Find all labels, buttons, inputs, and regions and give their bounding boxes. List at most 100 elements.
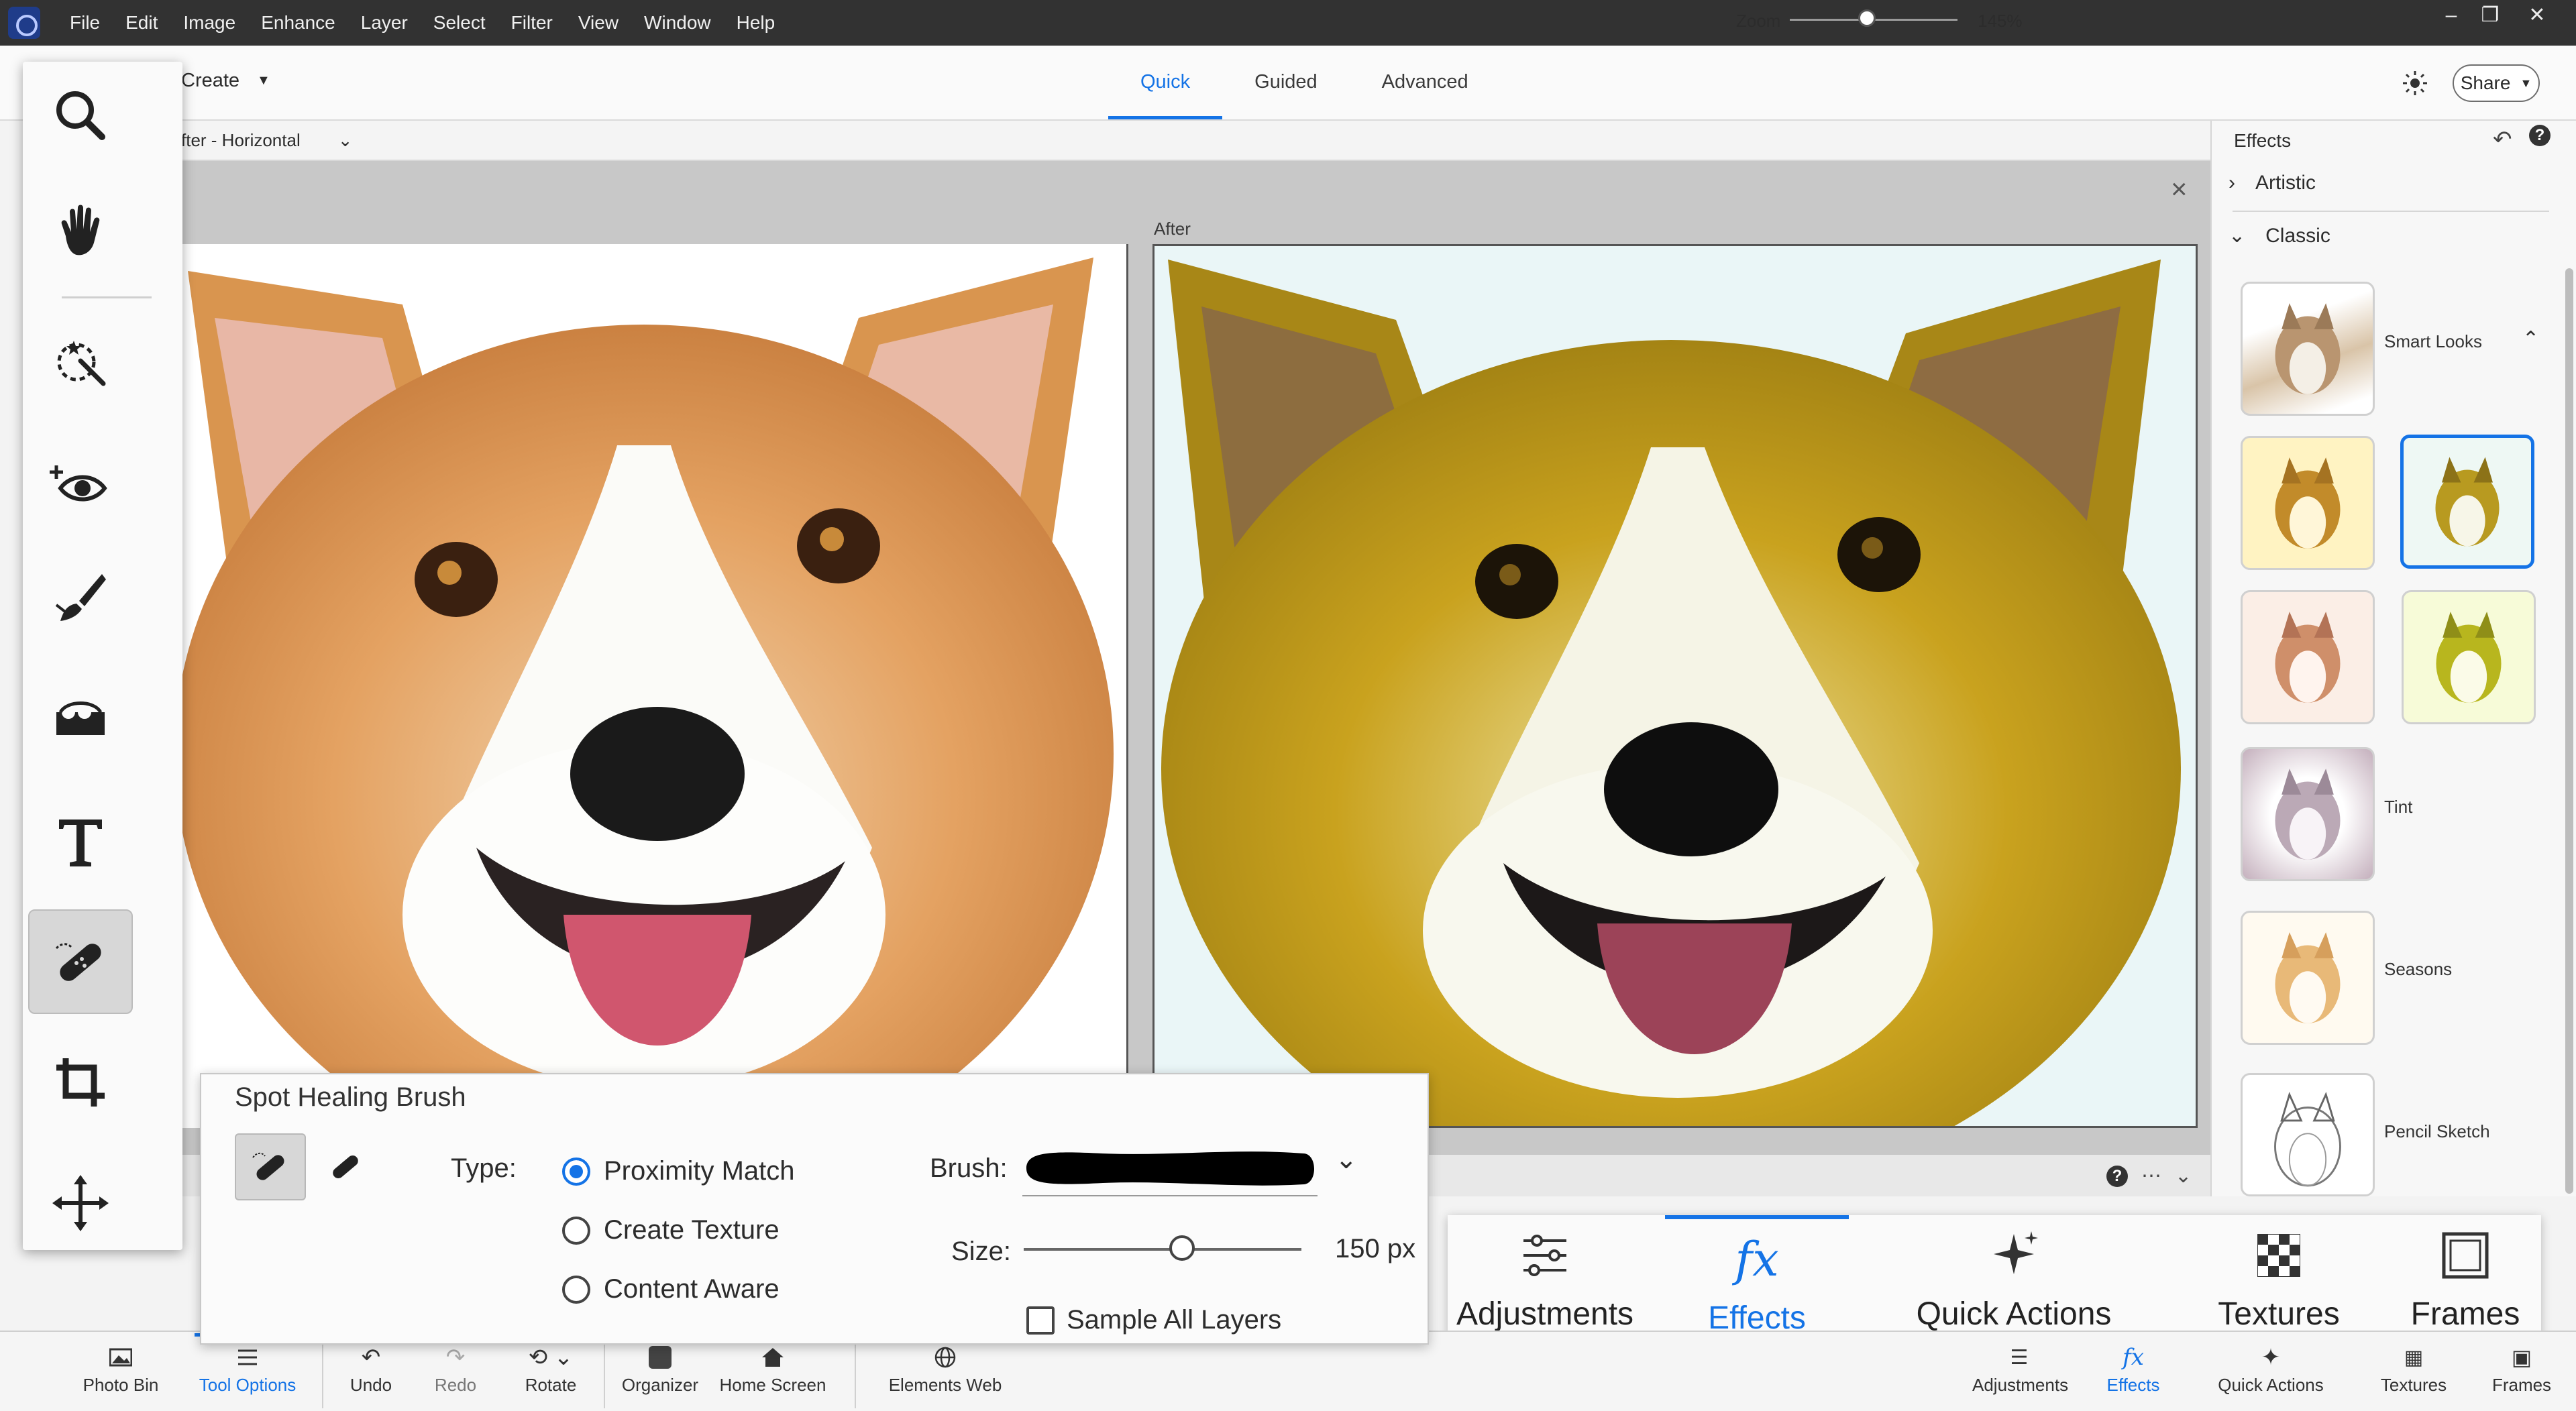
elements-web-button[interactable]: Elements Web: [883, 1340, 1008, 1396]
restore-button[interactable]: ❐: [2473, 4, 2508, 27]
canvas-help-controls: ? ⋯ ⌄: [2106, 1164, 2192, 1188]
effect-thumb-tint[interactable]: [2241, 747, 2375, 881]
photo-bin-button[interactable]: Photo Bin: [80, 1340, 161, 1396]
effect-thumb-smart-looks[interactable]: [2241, 282, 2375, 416]
bandage-icon: [55, 943, 101, 981]
effect-thumb-smart-looks-2-selected[interactable]: [2400, 435, 2534, 569]
close-icon[interactable]: ×: [2171, 173, 2188, 205]
type-icon: [59, 820, 102, 866]
menu-layer[interactable]: Layer: [361, 12, 408, 34]
panel-tab-frames[interactable]: Frames: [2395, 1215, 2536, 1349]
taskbar-divider: [322, 1344, 323, 1408]
menu-help[interactable]: Help: [737, 12, 775, 34]
panel-tab-effects[interactable]: fx Effects: [1665, 1215, 1849, 1349]
frame-icon: ▣: [2511, 1345, 2532, 1369]
red-eye-tool[interactable]: [28, 432, 133, 537]
hand-tool[interactable]: [28, 178, 133, 283]
type-option-proximity-match[interactable]: Proximity Match: [562, 1156, 795, 1186]
category-artistic[interactable]: › Artistic: [2229, 172, 2316, 194]
minimize-button[interactable]: –: [2434, 4, 2469, 27]
panel-tab-label: Adjustments: [1456, 1296, 1634, 1332]
after-photo: [1152, 244, 2198, 1128]
brush-preset-picker[interactable]: [1022, 1141, 1318, 1196]
menu-select[interactable]: Select: [433, 12, 486, 34]
chevron-down-icon[interactable]: ⌄: [2175, 1164, 2192, 1188]
zoom-value: 145%: [1978, 11, 2023, 31]
organizer-button[interactable]: Organizer: [614, 1340, 706, 1396]
rotate-icon: ⟲ ⌄: [528, 1345, 574, 1370]
home-screen-button[interactable]: Home Screen: [718, 1340, 828, 1396]
rotate-button[interactable]: ⟲ ⌄ Rotate: [514, 1340, 588, 1396]
chevron-down-icon[interactable]: ⌄: [1335, 1144, 1358, 1175]
tab-guided[interactable]: Guided: [1222, 46, 1350, 119]
zoom-tool[interactable]: [28, 63, 133, 168]
sponge-tool[interactable]: [28, 667, 133, 771]
panel-tab-textures[interactable]: Textures: [2188, 1215, 2369, 1349]
more-icon[interactable]: ⋯: [2141, 1164, 2161, 1188]
hand-icon: [61, 205, 100, 256]
help-icon[interactable]: ?: [2529, 125, 2551, 146]
radio-button[interactable]: [562, 1157, 590, 1186]
crop-tool[interactable]: [28, 1030, 133, 1135]
taskbar-quick-actions-button[interactable]: ✦ Quick Actions: [2212, 1340, 2329, 1396]
zoom-slider-thumb[interactable]: [1858, 9, 1876, 27]
taskbar-textures-button[interactable]: ▦ Textures: [2375, 1340, 2453, 1396]
quick-selection-tool[interactable]: [28, 310, 133, 414]
menu-window[interactable]: Window: [644, 12, 711, 34]
close-window-button[interactable]: ✕: [2520, 4, 2555, 27]
undo-button[interactable]: ↶ Undo: [341, 1340, 401, 1396]
brush-icon: [55, 574, 106, 621]
fx-icon: fx: [1735, 1232, 1779, 1287]
menu-image[interactable]: Image: [183, 12, 235, 34]
taskbar-effects-button[interactable]: fx Effects: [2100, 1340, 2167, 1396]
menu-edit[interactable]: Edit: [125, 12, 158, 34]
radio-button[interactable]: [562, 1275, 590, 1304]
spot-healing-brush-option[interactable]: [235, 1133, 306, 1200]
view-select[interactable]: fter - Horizontal ⌄: [181, 130, 353, 151]
panel-tab-quick-actions[interactable]: Quick Actions: [1913, 1215, 2114, 1349]
effect-thumb-seasons[interactable]: [2241, 911, 2375, 1045]
redo-button[interactable]: ↷ Redo: [425, 1340, 486, 1396]
help-icon[interactable]: ?: [2106, 1165, 2128, 1187]
tool-options-icon: [238, 1349, 257, 1365]
category-classic[interactable]: ⌄ Classic: [2229, 224, 2330, 247]
chevron-up-icon[interactable]: ⌃: [2522, 327, 2539, 351]
panel-tab-adjustments[interactable]: Adjustments: [1454, 1215, 1635, 1349]
menu-enhance[interactable]: Enhance: [261, 12, 335, 34]
taskbar-adjustments-button[interactable]: ☰ Adjustments: [1972, 1340, 2069, 1396]
effect-thumb-pencil-sketch[interactable]: [2241, 1073, 2375, 1196]
type-option-content-aware[interactable]: Content Aware: [562, 1274, 780, 1304]
tab-advanced[interactable]: Advanced: [1350, 46, 1501, 119]
healing-brush-option[interactable]: [322, 1133, 369, 1200]
effect-thumb-smart-looks-1[interactable]: [2241, 436, 2375, 570]
task-label: Rotate: [525, 1375, 577, 1395]
reset-icon[interactable]: ↶: [2493, 126, 2512, 153]
menu-file[interactable]: File: [70, 12, 100, 34]
move-tool[interactable]: [28, 1151, 133, 1255]
sample-all-layers-option[interactable]: Sample All Layers: [1026, 1305, 1281, 1335]
tool-options-button[interactable]: Tool Options: [195, 1340, 301, 1396]
menu-view[interactable]: View: [578, 12, 619, 34]
share-button[interactable]: Share ▼: [2453, 64, 2540, 102]
spot-healing-brush-tool[interactable]: [28, 909, 133, 1014]
sample-all-layers-checkbox[interactable]: [1026, 1306, 1055, 1335]
smart-brush-tool[interactable]: [28, 546, 133, 651]
effects-scrollbar[interactable]: [2565, 268, 2573, 1194]
chevron-down-icon: ⌄: [337, 130, 353, 150]
type-tool[interactable]: [28, 789, 133, 893]
task-label: Adjustments: [1972, 1375, 2069, 1395]
radio-button[interactable]: [562, 1216, 590, 1245]
magnifier-icon: [56, 91, 105, 140]
tab-quick[interactable]: Quick: [1108, 46, 1223, 119]
type-option-create-texture[interactable]: Create Texture: [562, 1215, 780, 1245]
effect-thumb-smart-looks-4[interactable]: [2402, 590, 2536, 724]
effect-group-label: Smart Looks: [2384, 331, 2482, 351]
menu-filter[interactable]: Filter: [511, 12, 553, 34]
size-slider-thumb[interactable]: [1169, 1235, 1195, 1261]
taskbar-frames-button[interactable]: ▣ Frames: [2485, 1340, 2559, 1396]
brightness-icon[interactable]: [2402, 70, 2428, 97]
create-menu[interactable]: Create ▼: [181, 70, 270, 92]
size-slider[interactable]: [1024, 1248, 1301, 1251]
taskbar-divider: [855, 1344, 856, 1408]
effect-thumb-smart-looks-3[interactable]: [2241, 590, 2375, 724]
